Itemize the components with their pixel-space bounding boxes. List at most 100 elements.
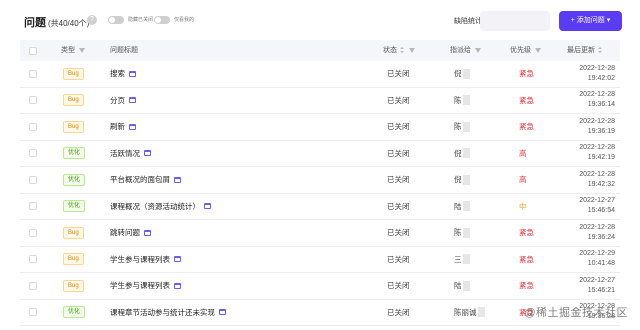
- redacted-block: [477, 307, 485, 318]
- assignee-cell[interactable]: 陆: [454, 194, 470, 220]
- help-icon[interactable]: ?: [87, 15, 97, 25]
- redacted-block: [462, 280, 470, 291]
- add-issue-button[interactable]: + 添加问题 ▾: [559, 11, 622, 31]
- type-cell: 优化: [63, 167, 86, 193]
- type-cell: 优化: [63, 141, 86, 167]
- row-checkbox[interactable]: [29, 69, 37, 78]
- priority-cell: 紧急: [519, 61, 534, 87]
- issue-title[interactable]: 刷新: [110, 121, 125, 132]
- row-checkbox[interactable]: [29, 202, 37, 211]
- type-tag: Bug: [63, 67, 84, 80]
- issue-title[interactable]: 平台概况的面包屑: [110, 174, 170, 185]
- assignee-cell[interactable]: 陆: [454, 273, 470, 299]
- priority-text: 紧急: [519, 95, 534, 105]
- assignee-cell[interactable]: 倪: [454, 167, 470, 193]
- status-text: 已关闭: [387, 122, 410, 132]
- issue-title[interactable]: 学生参与课程列表: [110, 254, 170, 265]
- table-row[interactable]: 优化 活跃情况 已关闭 倪 高 2022-12-28 19:42:19: [20, 141, 620, 167]
- calendar-icon: [129, 70, 136, 77]
- sort-icon[interactable]: [598, 47, 603, 54]
- assignee-cell[interactable]: 倪: [454, 141, 470, 167]
- updated-date: 2022-12-28: [579, 170, 615, 178]
- priority-text: 紧急: [519, 281, 534, 291]
- status-text: 已关闭: [387, 148, 410, 158]
- updated-cell: 2022-12-29 10:41:48: [560, 247, 615, 273]
- priority-text: 紧急: [519, 254, 534, 264]
- redacted-block: [462, 227, 470, 238]
- row-checkbox[interactable]: [29, 149, 37, 158]
- table-row[interactable]: Bug 学生参与课程列表 已关闭 三 紧急 2022-12-29 10:41:48: [20, 247, 620, 273]
- status-cell: 已关闭: [387, 141, 410, 167]
- sort-icon[interactable]: [400, 47, 405, 54]
- row-checkbox[interactable]: [29, 255, 37, 264]
- assignee-name: 倪: [454, 148, 462, 158]
- title-cell[interactable]: 课程概况（资源活动统计）: [110, 194, 211, 220]
- priority-cell: 紧急: [519, 220, 534, 246]
- title-cell[interactable]: 活跃情况: [110, 141, 151, 167]
- table-row[interactable]: Bug 分页 已关闭 陈 紧急 2022-12-28 19:36:14: [20, 88, 620, 114]
- type-tag: 优化: [63, 200, 86, 213]
- only-mine-toggle[interactable]: [154, 16, 170, 24]
- title-cell[interactable]: 搜索: [110, 61, 136, 87]
- updated-time: 19:36:19: [587, 127, 615, 135]
- table-row[interactable]: Bug 搜索 已关闭 倪 紧急 2022-12-28 19:42:02: [20, 61, 620, 88]
- watermark: @稀土掘金技术社区: [524, 307, 628, 319]
- title-cell[interactable]: 学生参与课程列表: [110, 273, 181, 299]
- redacted-block: [462, 201, 470, 212]
- assignee-cell[interactable]: 倪: [454, 61, 470, 87]
- row-checkbox[interactable]: [29, 96, 37, 105]
- title-cell[interactable]: 分页: [110, 88, 136, 114]
- updated-cell: 2022-12-28 19:42:32: [560, 167, 615, 193]
- filter-icon[interactable]: [409, 47, 415, 53]
- type-tag: Bug: [63, 94, 84, 107]
- row-checkbox[interactable]: [29, 281, 37, 290]
- row-checkbox[interactable]: [29, 175, 37, 184]
- updated-cell: 2022-12-27 15:46:54: [560, 194, 615, 220]
- table-row[interactable]: Bug 学生参与课程列表 已关闭 陆 紧急 2022-12-27 15:46:21: [20, 273, 620, 300]
- filter-icon[interactable]: [535, 47, 541, 53]
- issue-title[interactable]: 课程章节活动参与统计还未实现: [110, 307, 215, 318]
- assignee-cell[interactable]: 陈: [454, 88, 470, 114]
- issue-title[interactable]: 学生参与课程列表: [110, 280, 170, 291]
- assignee-cell[interactable]: 三: [454, 247, 470, 273]
- updated-time: 19:42:02: [587, 74, 615, 82]
- assignee-cell[interactable]: 陈丽诚: [454, 300, 485, 326]
- table-row[interactable]: Bug 跳转问题 已关闭 陈 紧急 2022-12-28 19:36:24: [20, 220, 620, 247]
- issue-title[interactable]: 跳转问题: [110, 227, 140, 238]
- col-title-label: 问题标题: [110, 47, 138, 54]
- hide-closed-toggle[interactable]: [108, 16, 124, 24]
- title-text: 问题: [24, 17, 46, 29]
- title-cell[interactable]: 刷新: [110, 114, 136, 140]
- issue-title[interactable]: 活跃情况: [110, 148, 140, 159]
- assignee-cell[interactable]: 陈: [454, 220, 470, 246]
- assignee-name: 陆: [454, 201, 462, 211]
- issue-title[interactable]: 搜索: [110, 68, 125, 79]
- title-cell[interactable]: 学生参与课程列表: [110, 247, 181, 273]
- filter-icon[interactable]: [475, 47, 481, 53]
- status-text: 已关闭: [387, 69, 410, 79]
- select-all-checkbox[interactable]: [29, 47, 37, 55]
- calendar-icon: [144, 150, 151, 157]
- priority-text: 紧急: [519, 122, 534, 132]
- defect-stats-button[interactable]: 缺陷统计: [454, 16, 482, 26]
- table-row[interactable]: Bug 刷新 已关闭 陈 紧急 2022-12-28 19:36:19: [20, 114, 620, 141]
- title-cell[interactable]: 课程章节活动参与统计还未实现: [110, 300, 226, 326]
- col-status-label: 状态: [383, 47, 397, 54]
- status-text: 已关闭: [387, 281, 410, 291]
- title-cell[interactable]: 跳转问题: [110, 220, 151, 246]
- row-checkbox[interactable]: [29, 228, 37, 237]
- col-updated-label: 最后更新: [567, 47, 595, 54]
- row-checkbox[interactable]: [29, 122, 37, 131]
- assignee-cell[interactable]: 陈: [454, 114, 470, 140]
- issue-title[interactable]: 课程概况（资源活动统计）: [110, 201, 200, 212]
- assignee-name: 倪: [454, 175, 462, 185]
- updated-date: 2022-12-28: [579, 117, 615, 125]
- updated-time: 10:41:48: [587, 260, 615, 268]
- title-cell[interactable]: 平台概况的面包屑: [110, 167, 181, 193]
- row-checkbox[interactable]: [29, 308, 37, 317]
- table-row[interactable]: 优化 课程概况（资源活动统计） 已关闭 陆 中 2022-12-27 15:46:54: [20, 194, 620, 220]
- filter-icon[interactable]: [79, 47, 85, 53]
- table-row[interactable]: 优化 平台概况的面包屑 已关闭 倪 高 2022-12-28 19:42:32: [20, 167, 620, 194]
- issue-title[interactable]: 分页: [110, 95, 125, 106]
- type-cell: Bug: [63, 273, 84, 299]
